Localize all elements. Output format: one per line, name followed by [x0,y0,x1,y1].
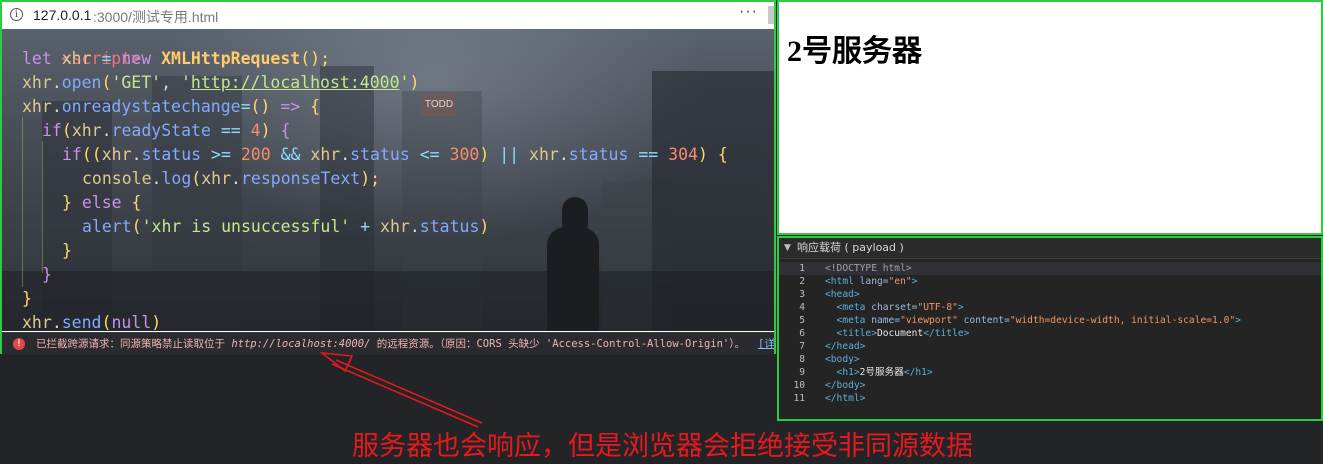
arrow-head [319,351,354,373]
arrow-shaft [335,359,483,424]
annotation-arrow [319,351,483,428]
arrow-shaft [331,363,479,428]
annotation-caption: 服务器也会响应，但是浏览器会拒绝接受非同源数据 [352,431,973,462]
